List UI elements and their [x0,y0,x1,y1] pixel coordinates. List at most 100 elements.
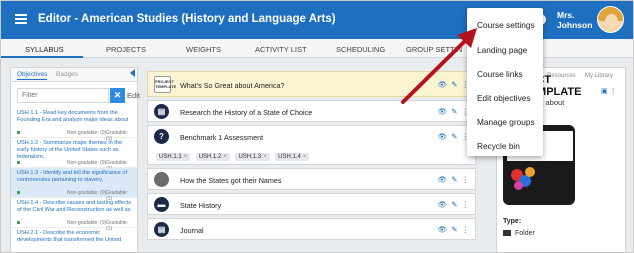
edit-pencil-icon[interactable]: ✎ [451,225,457,234]
type-label: Type: [503,218,522,225]
menu-item-manage-groups[interactable]: Manage groups [477,117,535,127]
more-options-icon[interactable]: ⋮ [462,200,470,209]
row-actions: 👁 ✎ ⋮ [434,132,469,141]
objective-tag[interactable]: USH.1.1 × [156,153,191,161]
edit-objectives-link[interactable]: Edit [127,91,140,100]
objective-item-selected[interactable]: USH.1.3 - Identify and tell the signific… [11,168,137,202]
edit-pencil-icon[interactable]: ✎ [451,200,457,209]
view-icon[interactable]: 👁 [438,132,448,141]
objective-tag[interactable]: USH.1.2 × [195,153,230,161]
app-title: Editor - American Studies (History and L… [38,13,336,25]
non-gradable-count: Non-gradable: (0) [67,130,107,136]
objective-text: USH.1.3 - Identify and tell the signific… [17,170,128,184]
app-window: Editor - American Studies (History and L… [0,0,634,253]
objective-item[interactable]: USH.1.1 - Read key documents from the Fo… [11,108,137,142]
objective-tag[interactable]: USH.1.3 × [235,153,270,161]
tab-projects[interactable]: PROJECTS [106,45,146,54]
tab-group-settings[interactable]: GROUP SETTIN [406,45,462,54]
more-options-icon[interactable]: ⋮ [462,225,470,234]
objective-meta: Non-gradable: (0)Gradable: (1) [17,160,133,172]
settings-dropdown-menu: Course settings Landing page Course link… [467,8,543,156]
objective-item[interactable]: USH.1.2 - Summarize major themes in the … [11,138,137,172]
objective-tag[interactable]: USH.1.4 × [275,153,310,161]
edit-pencil-icon[interactable]: ✎ [451,132,457,141]
tab-weights[interactable]: WEIGHTS [186,45,221,54]
remove-tag-icon[interactable]: × [303,154,307,160]
logo-blob-pink [514,181,523,190]
menu-item-landing-page[interactable]: Landing page [477,45,527,55]
tab-scheduling[interactable]: SCHEDULING [336,45,385,54]
more-options-icon[interactable]: ⋮ [610,88,617,95]
remove-tag-icon[interactable]: × [184,154,188,160]
row-actions: 👁 ✎ ⋮ [434,80,469,89]
activity-title[interactable]: State History [180,201,221,210]
tab-syllabus[interactable]: SYLLABUS [25,45,64,54]
row-actions: 👁 ✎ ⋮ [434,225,469,234]
activity-row[interactable]: ? Benchmark 1 Assessment 👁 ✎ ⋮ USH.1.1 × US… [147,125,476,165]
row-actions: 👁 ✎ ⋮ [434,175,469,184]
activity-title[interactable]: Research the History of a State of Choic… [180,108,312,117]
activity-title[interactable]: Journal [180,226,204,235]
view-icon[interactable]: 👁 [438,200,448,209]
remove-tag-icon[interactable]: × [223,154,227,160]
view-icon[interactable]: 👁 [438,80,448,89]
status-dot [17,131,20,135]
menu-item-recycle-bin[interactable]: Recycle bin [477,141,520,151]
user-name[interactable]: Mrs. Johnson [557,10,592,30]
collapse-panel-icon[interactable] [130,69,135,77]
status-dot [17,191,20,195]
row-actions: 👁 ✎ ⋮ [434,200,469,209]
menu-item-course-settings[interactable]: Course settings [477,20,535,30]
objective-meta: Non-gradable: (0)Gradable: (1) [17,220,133,232]
objective-meta: Non-gradable: (0)Gradable: (1) [17,130,133,142]
view-icon[interactable]: 👁 [438,225,448,234]
objective-item[interactable]: USH.2.1 - Describe the economic developm… [11,228,137,252]
objective-text: USH.1.2 - Summarize major themes in the … [17,140,123,161]
objective-text: USH.1.4 - Describe causes and lasting ef… [17,200,132,214]
activity-title[interactable]: Benchmark 1 Assessment [180,133,263,142]
hamburger-menu-icon[interactable] [15,14,27,24]
activity-row[interactable]: ▬ State History 👁 ✎ ⋮ [147,193,476,215]
type-value: Folder [503,230,535,237]
remove-tag-icon[interactable]: × [263,154,267,160]
activity-title[interactable]: How the States got their Names [180,176,281,185]
menu-item-edit-objectives[interactable]: Edit objectives [477,93,531,103]
tab-badges[interactable]: Badges [56,71,78,78]
clear-filter-button[interactable]: ✕ [110,88,125,103]
project-template-thumb-icon: PROJECT TEMPLATE [154,76,176,93]
menu-item-course-links[interactable]: Course links [477,69,523,79]
objective-list: USH.1.1 - Read key documents from the Fo… [11,108,137,252]
objective-item[interactable]: USH.1.4 - Describe causes and lasting ef… [11,198,137,232]
edit-pencil-icon[interactable]: ✎ [451,175,457,184]
tab-objectives[interactable]: Objectives [17,71,48,80]
view-icon[interactable]: 👁 [438,175,448,184]
more-options-icon[interactable]: ⋮ [462,175,470,184]
objectives-panel: Objectives Badges ✕ Edit USH.1.1 - Read … [10,67,140,252]
activity-list: PROJECT TEMPLATE What's So Great about A… [144,67,488,252]
activity-row[interactable]: ▤ Research the History of a State of Cho… [147,100,476,122]
discussion-icon: ▬ [154,197,169,212]
tab-activity-list[interactable]: ACTIVITY LIST [255,45,307,54]
edit-pencil-icon[interactable]: ✎ [451,80,457,89]
objective-text: USH.1.1 - Read key documents from the Fo… [17,110,129,124]
tab-my-library[interactable]: My Library [585,73,613,79]
tab-resources[interactable]: Resources [547,73,576,79]
journal-icon: ▤ [154,222,169,237]
avatar[interactable] [597,6,624,33]
objective-meta: Non-gradable: (0)Gradable: (1) [17,190,133,202]
activity-row[interactable]: How the States got their Names 👁 ✎ ⋮ [147,168,476,190]
activity-row[interactable]: PROJECT TEMPLATE What's So Great about A… [147,71,476,97]
tag-label: USH.1.1 [159,154,182,160]
edit-pencil-icon[interactable]: ✎ [451,107,457,116]
view-icon[interactable]: 👁 [438,107,448,116]
activity-row[interactable]: ▤ Journal 👁 ✎ ⋮ [147,218,476,240]
logo-blob-orange [525,167,535,177]
row-actions: 👁 ✎ ⋮ [434,107,469,116]
video-thumb-icon [154,172,169,187]
status-dot [17,161,20,165]
objective-filter-input[interactable] [17,88,109,103]
avatar-face [605,14,618,29]
user-name-line2: Johnson [557,20,593,30]
activity-title[interactable]: What's So Great about America? [180,81,284,90]
image-icon[interactable]: ▣ [601,88,608,95]
